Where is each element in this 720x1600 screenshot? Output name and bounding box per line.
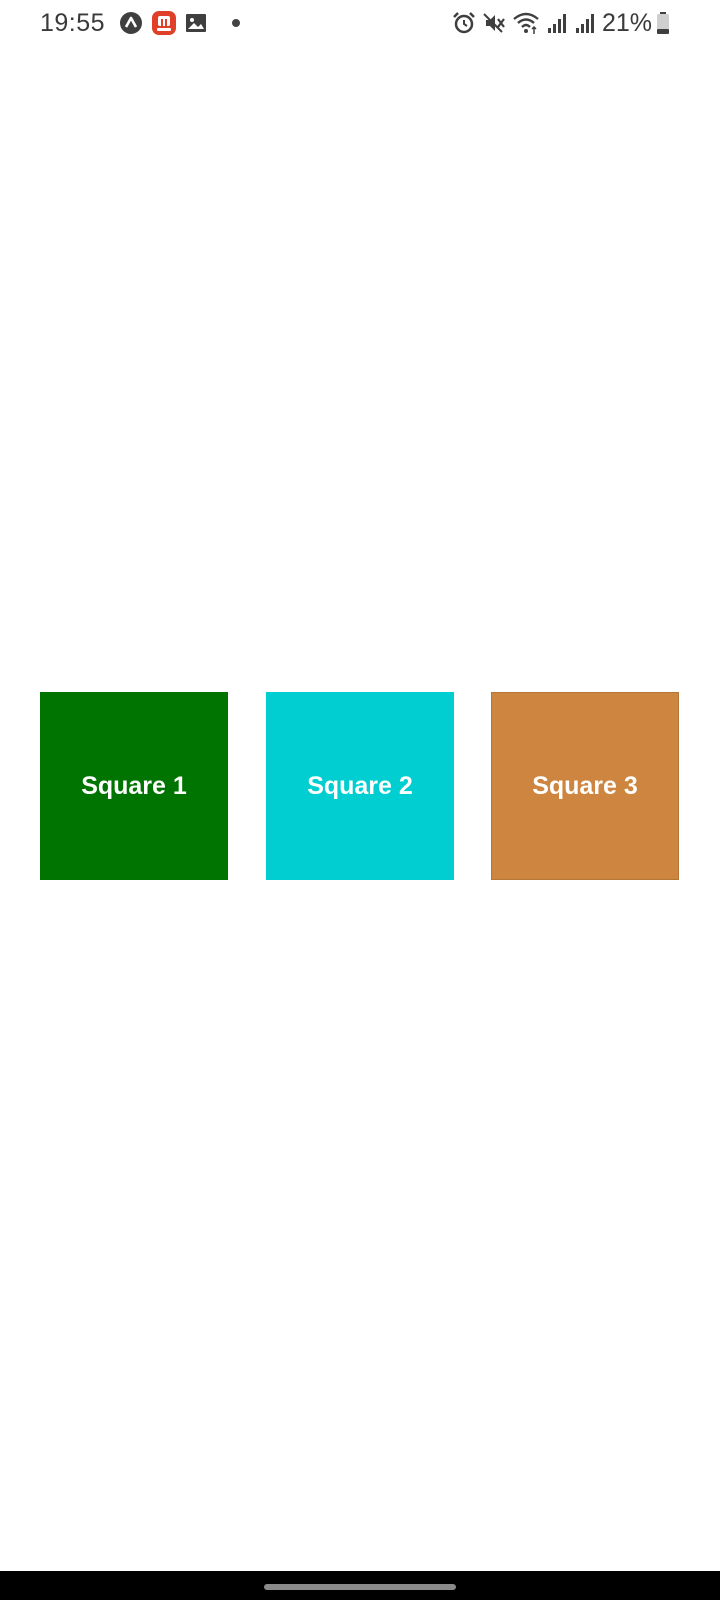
signal-icon bbox=[546, 12, 568, 34]
square-1-label: Square 1 bbox=[81, 771, 187, 800]
square-1[interactable]: Square 1 bbox=[40, 692, 228, 880]
gallery-icon bbox=[185, 13, 207, 33]
status-right: 21% bbox=[446, 9, 670, 38]
status-bar: 19:55 21% bbox=[0, 0, 720, 46]
status-left: 19:55 bbox=[40, 9, 249, 38]
square-2-label: Square 2 bbox=[307, 771, 413, 800]
app-a-icon bbox=[119, 11, 143, 35]
navigation-bar bbox=[0, 1571, 720, 1600]
square-3[interactable]: Square 3 bbox=[491, 692, 679, 880]
app-red-icon bbox=[151, 10, 177, 36]
battery-percent: 21% bbox=[601, 8, 652, 37]
battery-icon bbox=[656, 11, 670, 35]
home-handle[interactable] bbox=[264, 1584, 456, 1590]
square-3-label: Square 3 bbox=[532, 771, 638, 800]
signal-icon bbox=[574, 12, 596, 34]
mute-icon bbox=[482, 11, 506, 35]
squares-row: Square 1 Square 2 Square 3 bbox=[40, 692, 680, 880]
dot-icon bbox=[231, 18, 241, 28]
clock: 19:55 bbox=[40, 8, 106, 37]
alarm-icon bbox=[452, 11, 476, 35]
app-screen: 19:55 21% Square 1 Square 2 Square 3 bbox=[0, 0, 720, 1600]
square-2[interactable]: Square 2 bbox=[266, 692, 454, 880]
wifi-icon bbox=[512, 11, 540, 35]
